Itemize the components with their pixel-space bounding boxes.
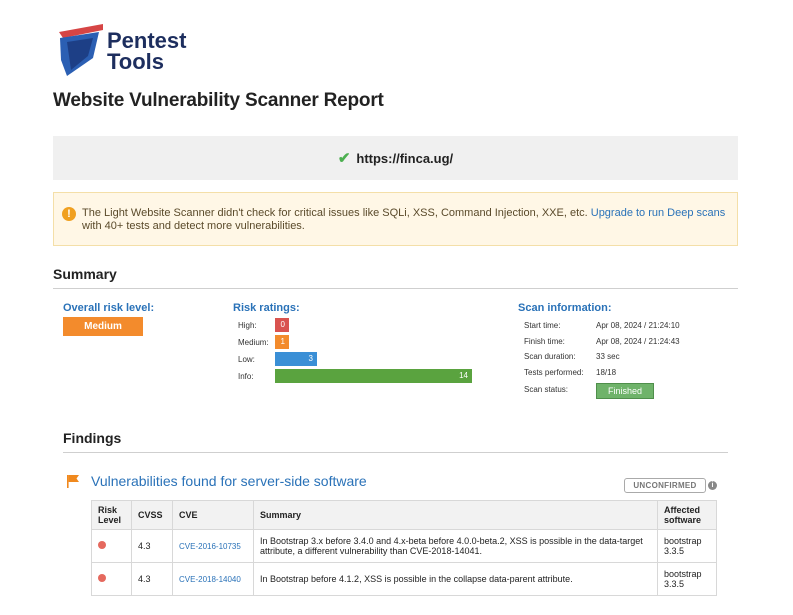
notice-message-continued: with 40+ tests and detect more vulnerabi…	[82, 220, 305, 232]
risk-cell	[91, 562, 132, 596]
info-icon[interactable]: i	[708, 481, 717, 490]
risk-cell	[91, 529, 132, 563]
target-url-box: ✔ https://finca.ug/	[53, 136, 738, 180]
brand-logo: Pentest Tools	[57, 20, 207, 78]
risk-ratings-label: Risk ratings:	[233, 302, 300, 314]
scan-info-key: Scan status:	[524, 385, 569, 394]
summary-cell: In Bootstrap 3.x before 3.4.0 and 4.x-be…	[253, 529, 658, 563]
scan-info-key: Scan duration:	[524, 352, 576, 361]
risk-rating-label: Low:	[238, 355, 255, 364]
col-affected-software: Affected software	[657, 500, 717, 530]
scan-status-badge: Finished	[596, 383, 654, 399]
risk-dot-icon	[98, 541, 106, 549]
brand-line2: Tools	[107, 49, 165, 74]
table-header-row: Risk Level CVSS CVE Summary Affected sof…	[91, 500, 717, 530]
scan-info-value: Apr 08, 2024 / 21:24:43	[596, 336, 680, 346]
cve-link[interactable]: CVE-2016-10735	[179, 542, 241, 551]
findings-table: Risk Level CVSS CVE Summary Affected sof…	[91, 500, 717, 596]
col-cve: CVE	[172, 500, 254, 530]
cve-link[interactable]: CVE-2018-14040	[179, 575, 241, 584]
cvss-cell: 4.3	[131, 529, 173, 563]
cve-cell: CVE-2016-10735	[172, 529, 254, 563]
col-cvss: CVSS	[131, 500, 173, 530]
risk-rating-bar: 1	[275, 335, 289, 349]
overall-risk-badge: Medium	[63, 317, 143, 336]
target-url: https://finca.ug/	[356, 150, 454, 166]
notice-message: The Light Website Scanner didn't check f…	[82, 207, 588, 219]
scan-info-value: 18/18	[596, 367, 617, 377]
cvss-cell: 4.3	[131, 562, 173, 596]
shield-logo-icon	[59, 24, 103, 76]
risk-rating-bar: 0	[275, 318, 289, 332]
risk-rating-bar: 14	[275, 369, 472, 383]
scan-info-key: Tests performed:	[524, 367, 584, 377]
risk-rating-label: High:	[238, 321, 257, 330]
summary-cell: In Bootstrap before 4.1.2, XSS is possib…	[253, 562, 658, 596]
brand-line1: Pentest	[107, 28, 187, 53]
software-cell: bootstrap 3.3.5	[657, 562, 717, 596]
upgrade-notice: ! The Light Website Scanner didn't check…	[53, 192, 738, 246]
table-row: 4.3 CVE-2016-10735 In Bootstrap 3.x befo…	[91, 529, 717, 563]
software-cell: bootstrap 3.3.5	[657, 529, 717, 563]
vulnerability-section-title[interactable]: Vulnerabilities found for server-side so…	[91, 473, 367, 489]
warning-icon: !	[62, 207, 76, 221]
flag-icon	[67, 475, 79, 488]
page-title: Website Vulnerability Scanner Report	[53, 90, 384, 111]
scan-info-key: Start time:	[524, 321, 561, 330]
risk-rating-label: Info:	[238, 372, 254, 381]
overall-risk-label: Overall risk level:	[63, 302, 155, 314]
risk-rating-bar: 3	[275, 352, 317, 366]
table-row: 4.3 CVE-2018-14040 In Bootstrap before 4…	[91, 562, 717, 596]
cve-cell: CVE-2018-14040	[172, 562, 254, 596]
risk-dot-icon	[98, 574, 106, 582]
findings-divider	[63, 452, 728, 453]
scan-info-value: Apr 08, 2024 / 21:24:10	[596, 321, 680, 330]
findings-heading: Findings	[63, 430, 122, 446]
risk-rating-label: Medium:	[238, 338, 269, 347]
unconfirmed-badge: UNCONFIRMED	[624, 478, 706, 493]
summary-heading: Summary	[53, 266, 117, 282]
scan-info-key: Finish time:	[524, 336, 565, 346]
scan-info-value: 33 sec	[596, 352, 620, 361]
summary-divider	[53, 288, 738, 289]
scan-info-label: Scan information:	[518, 302, 612, 314]
checkmark-icon: ✔	[337, 150, 351, 167]
upgrade-link[interactable]: Upgrade to run Deep scans	[591, 207, 726, 219]
col-risk-level: Risk Level	[91, 500, 132, 530]
col-summary: Summary	[253, 500, 658, 530]
notice-text: The Light Website Scanner didn't check f…	[82, 207, 732, 233]
